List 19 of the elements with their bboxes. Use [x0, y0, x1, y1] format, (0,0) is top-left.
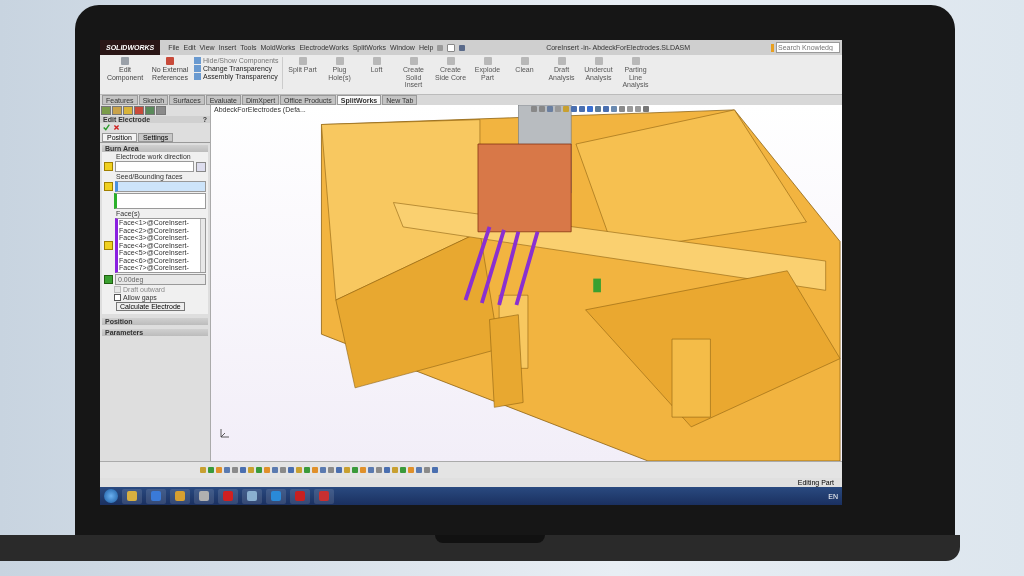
draft-icon [104, 274, 113, 284]
checkbox[interactable] [114, 293, 121, 301]
reverse-direction-button[interactable] [196, 161, 206, 172]
start-button[interactable] [104, 489, 118, 503]
taskbar-app-icon[interactable] [266, 488, 286, 504]
cancel-icon[interactable] [113, 124, 120, 131]
taskbar-app-icon[interactable] [170, 488, 190, 504]
taskbar-app-icon[interactable] [194, 488, 214, 504]
axis-triad-icon [219, 427, 231, 439]
selection-icon [104, 182, 113, 191]
selection-icon [104, 162, 113, 171]
selection-icon [104, 240, 113, 250]
taskbar-app-icon[interactable] [242, 488, 262, 504]
taskbar-app-icon[interactable] [122, 488, 142, 504]
taskbar-app-icon[interactable] [146, 488, 166, 504]
ok-check-icon[interactable] [103, 124, 110, 131]
direction-field[interactable] [115, 161, 194, 172]
bounding-faces-list[interactable] [114, 193, 206, 209]
seed-faces-field[interactable] [115, 181, 206, 192]
